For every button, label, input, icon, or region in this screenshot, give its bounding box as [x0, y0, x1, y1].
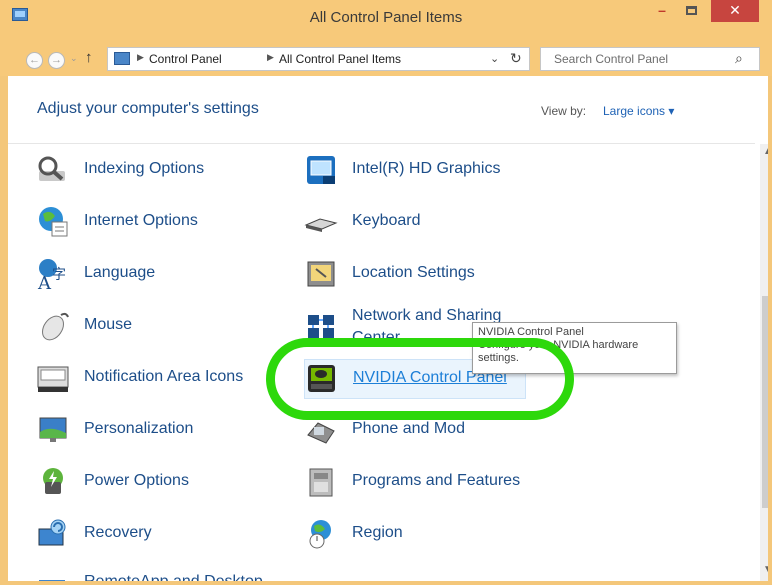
search-input[interactable]: Search Control Panel ⌕	[540, 47, 760, 71]
item-remoteapp[interactable]: RemoteApp and Desktop	[36, 564, 276, 581]
chevron-right-icon: ▶	[137, 52, 144, 62]
view-by-dropdown[interactable]: Large icons ▾	[603, 104, 674, 118]
item-label: RemoteApp and Desktop	[84, 573, 263, 581]
globe-icon	[39, 207, 68, 237]
item-label: Notification Area Icons	[84, 368, 244, 385]
up-button[interactable]: ↑	[85, 49, 93, 66]
intel-icon	[307, 156, 335, 184]
item-personalization[interactable]: Personalization	[36, 411, 276, 451]
recent-locations-dropdown[interactable]: ⌄	[70, 53, 78, 64]
battery-icon	[43, 468, 63, 494]
svg-text:字: 字	[52, 267, 66, 283]
item-indexing-options[interactable]: Indexing Options	[36, 151, 276, 191]
item-label: Location Settings	[352, 264, 475, 281]
maximize-icon	[685, 6, 697, 15]
item-label: Intel(R) HD Graphics	[352, 160, 501, 177]
item-label: Power Options	[84, 472, 189, 489]
language-icon: A 字	[37, 259, 66, 291]
item-mouse[interactable]: Mouse	[36, 307, 276, 347]
item-label: Phone and Mod	[352, 420, 465, 437]
magnifier-icon	[38, 156, 65, 181]
forward-button[interactable]: →	[48, 52, 65, 69]
item-notification-area-icons[interactable]: Notification Area Icons	[36, 359, 276, 399]
chevron-right-icon: ▶	[267, 52, 274, 62]
page-title: Adjust your computer's settings	[37, 100, 259, 117]
search-placeholder: Search Control Panel	[554, 52, 669, 66]
item-keyboard[interactable]: Keyboard	[304, 203, 564, 243]
refresh-icon[interactable]: ↻	[510, 50, 522, 67]
highlight-ring	[266, 338, 574, 420]
scroll-thumb[interactable]	[762, 296, 768, 508]
item-programs-and-features[interactable]: Programs and Features	[304, 463, 564, 503]
item-label: Language	[84, 264, 156, 281]
keyboard-icon	[304, 218, 338, 232]
close-button[interactable]: ✕	[711, 0, 759, 22]
address-bar[interactable]: ▶ Control Panel ▶ All Control Panel Item…	[107, 47, 530, 71]
scroll-down-icon[interactable]: ▼	[763, 564, 768, 575]
item-intel-hd-graphics[interactable]: Intel(R) HD Graphics	[304, 151, 564, 191]
recovery-icon	[38, 519, 66, 546]
scroll-up-icon[interactable]: ▲	[763, 146, 768, 157]
item-label: Indexing Options	[84, 160, 205, 177]
item-label: Programs and Features	[352, 472, 521, 489]
programs-icon	[309, 468, 333, 497]
view-by-label: View by:	[541, 104, 587, 118]
item-power-options[interactable]: Power Options	[36, 463, 276, 503]
svg-text:A: A	[37, 273, 52, 291]
item-label: Mouse	[84, 316, 133, 333]
item-label: Personalization	[84, 420, 194, 437]
maximize-button[interactable]	[677, 0, 705, 22]
region-icon	[309, 520, 331, 549]
item-internet-options[interactable]: Internet Options	[36, 203, 276, 243]
address-row: ← → ⌄ ↑ ▶ Control Panel ▶ All Control Pa…	[0, 38, 772, 76]
mouse-icon	[42, 312, 69, 341]
vertical-scrollbar[interactable]: ▲ ▼	[760, 144, 768, 581]
item-label: Recovery	[84, 524, 152, 541]
remote-icon	[39, 580, 65, 581]
address-dropdown-icon[interactable]: ⌄	[490, 52, 499, 65]
location-icon	[307, 261, 335, 287]
desktop-icon	[39, 417, 67, 442]
breadcrumb-control-panel[interactable]: Control Panel	[149, 52, 222, 66]
item-language[interactable]: A 字 Language	[36, 255, 276, 295]
header-divider	[8, 143, 755, 144]
item-label: Region	[352, 524, 403, 541]
item-label: Keyboard	[352, 212, 421, 229]
minimize-button[interactable]: –	[648, 0, 676, 22]
back-button[interactable]: ←	[26, 52, 43, 69]
item-recovery[interactable]: Recovery	[36, 515, 276, 555]
title-bar: All Control Panel Items – ✕	[0, 0, 772, 38]
item-label: Internet Options	[84, 212, 198, 229]
tray-icon	[37, 366, 69, 392]
control-panel-icon	[114, 52, 130, 65]
item-region[interactable]: Region	[304, 515, 564, 555]
breadcrumb-all-items[interactable]: All Control Panel Items	[279, 52, 401, 66]
control-panel-window: All Control Panel Items – ✕ ← → ⌄ ↑ ▶ Co…	[0, 0, 772, 585]
item-location-settings[interactable]: Location Settings	[304, 255, 564, 295]
search-icon[interactable]: ⌕	[735, 50, 743, 67]
